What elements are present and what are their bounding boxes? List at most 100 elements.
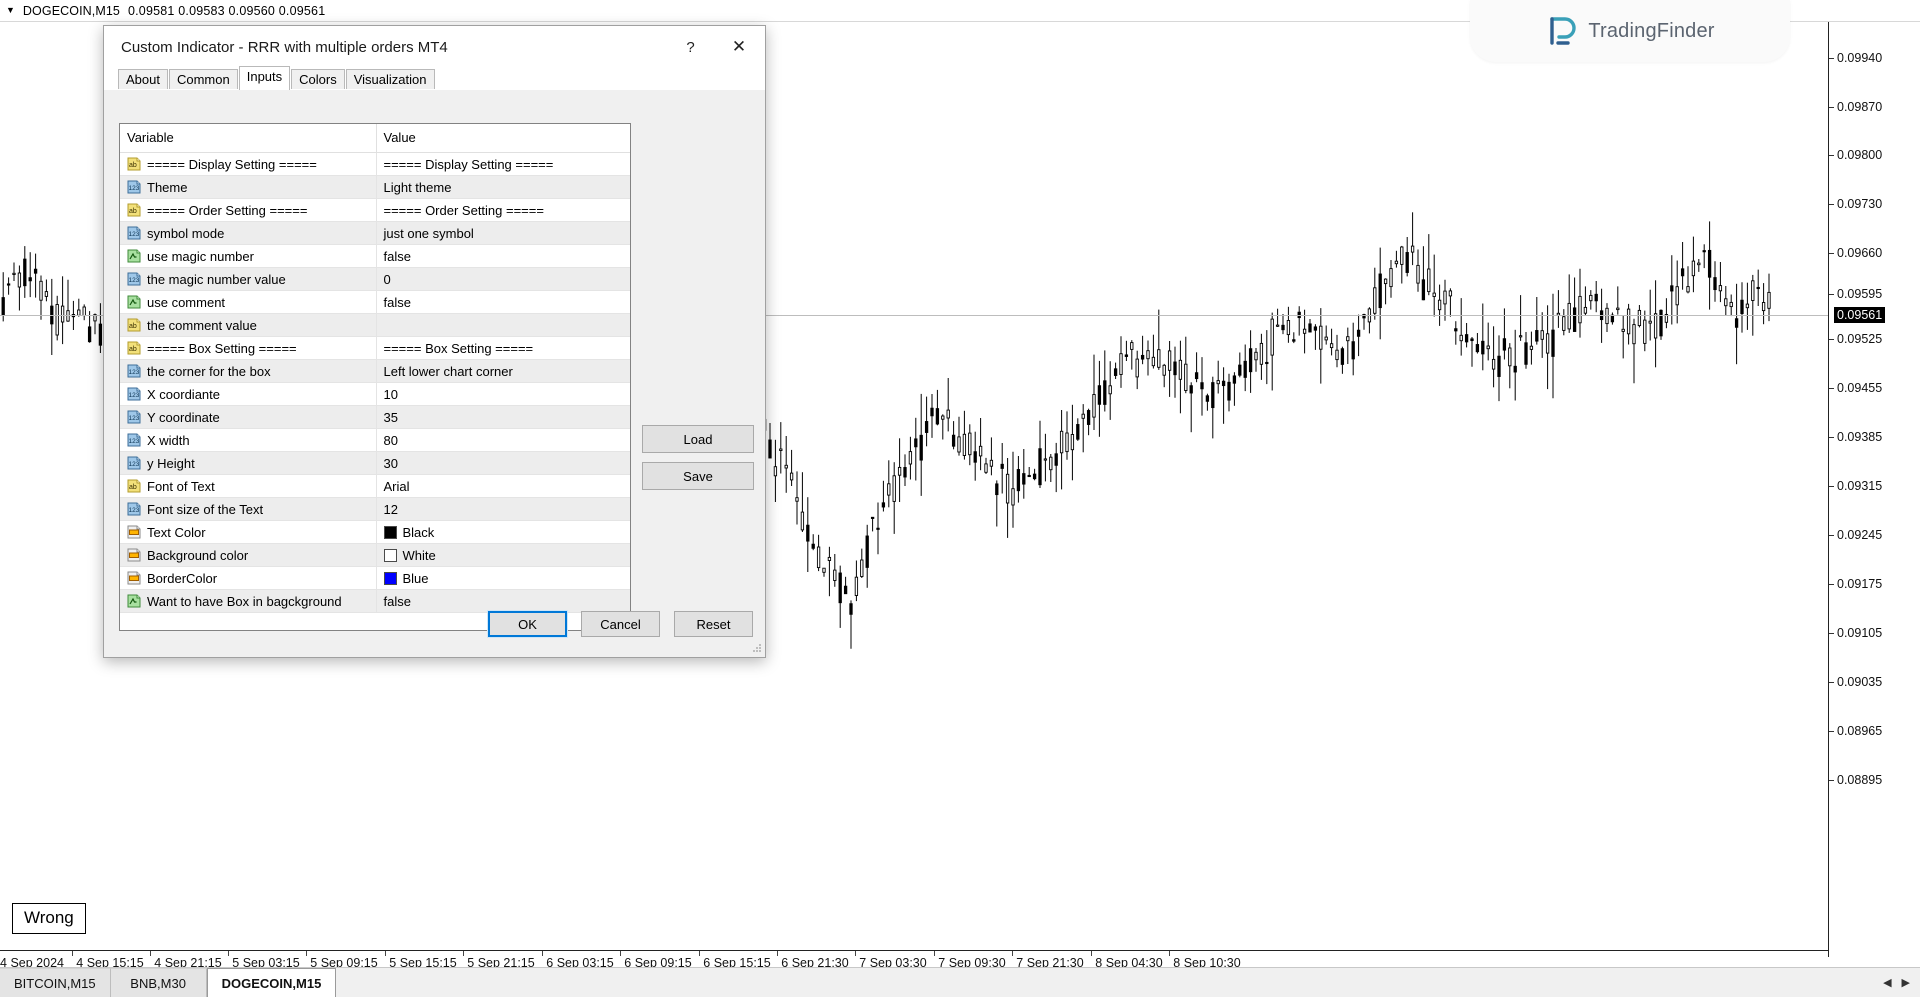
string-icon: ab: [127, 341, 141, 355]
parameter-variable-cell[interactable]: use magic number: [120, 245, 376, 268]
parameter-value-cell[interactable]: Arial: [376, 475, 631, 498]
table-row[interactable]: ab===== Box Setting ========== Box Setti…: [120, 337, 631, 360]
symbol-dropdown-caret-icon[interactable]: ▼: [6, 6, 15, 15]
help-icon[interactable]: ?: [668, 26, 713, 68]
tab-common[interactable]: Common: [169, 69, 238, 91]
table-row[interactable]: 123the magic number value0: [120, 268, 631, 291]
tab-about[interactable]: About: [118, 69, 168, 91]
parameter-variable-cell[interactable]: 123Theme: [120, 176, 376, 199]
table-row[interactable]: use comment false: [120, 291, 631, 314]
parameter-variable-cell[interactable]: 123the magic number value: [120, 268, 376, 291]
svg-text:ab: ab: [129, 162, 137, 169]
table-row[interactable]: 123the corner for the boxLeft lower char…: [120, 360, 631, 383]
parameter-value-cell[interactable]: Blue: [376, 567, 631, 590]
parameter-value-cell[interactable]: White: [376, 544, 631, 567]
parameter-value-cell[interactable]: 12: [376, 498, 631, 521]
chart-tab-bar[interactable]: BITCOIN,M15BNB,M30DOGECOIN,M15 ◀ ▶: [0, 967, 1920, 997]
tab-colors[interactable]: Colors: [291, 69, 345, 91]
number-icon: 123: [127, 456, 141, 470]
reset-button[interactable]: Reset: [674, 611, 753, 637]
tab-scroll-right-icon[interactable]: ▶: [1902, 976, 1910, 989]
parameter-variable-cell[interactable]: 123the corner for the box: [120, 360, 376, 383]
parameter-value-cell[interactable]: Left lower chart corner: [376, 360, 631, 383]
table-row[interactable]: Text ColorBlack: [120, 521, 631, 544]
table-row[interactable]: ab===== Order Setting ========== Order S…: [120, 199, 631, 222]
price-axis-label: 0.09455: [1837, 381, 1882, 395]
chart-tab-bitcoin[interactable]: BITCOIN,M15: [0, 968, 111, 997]
column-header-variable[interactable]: Variable: [120, 124, 376, 153]
price-axis-tick: [1829, 294, 1834, 295]
parameter-variable-cell[interactable]: 123X coordiante: [120, 383, 376, 406]
color-icon: [127, 548, 141, 562]
table-row[interactable]: abFont of TextArial: [120, 475, 631, 498]
table-row[interactable]: 123X coordiante10: [120, 383, 631, 406]
time-axis-tick: [385, 951, 386, 956]
resize-grip-icon[interactable]: [750, 642, 763, 655]
parameter-variable-cell[interactable]: ab===== Box Setting =====: [120, 337, 376, 360]
parameter-variable-cell[interactable]: Background color: [120, 544, 376, 567]
parameter-value-cell[interactable]: 35: [376, 406, 631, 429]
parameter-variable-cell[interactable]: 123 Font size of the Text: [120, 498, 376, 521]
table-row[interactable]: 123y Height30: [120, 452, 631, 475]
table-row[interactable]: 123ThemeLight theme: [120, 176, 631, 199]
table-row[interactable]: BorderColorBlue: [120, 567, 631, 590]
parameter-variable-cell[interactable]: abFont of Text: [120, 475, 376, 498]
price-axis-tick: [1829, 437, 1834, 438]
parameter-variable-cell[interactable]: ab===== Order Setting =====: [120, 199, 376, 222]
time-axis-tick: [620, 951, 621, 956]
table-row[interactable]: use magic numberfalse: [120, 245, 631, 268]
chart-tab-bnb[interactable]: BNB,M30: [111, 968, 207, 997]
dialog-titlebar[interactable]: Custom Indicator - RRR with multiple ord…: [104, 26, 765, 68]
parameter-value-cell[interactable]: ===== Display Setting =====: [376, 153, 631, 176]
parameter-value-cell[interactable]: Black: [376, 521, 631, 544]
ok-button[interactable]: OK: [488, 611, 567, 637]
table-row[interactable]: 123 Font size of the Text 12: [120, 498, 631, 521]
parameter-value-cell[interactable]: ===== Order Setting =====: [376, 199, 631, 222]
price-axis-tick: [1829, 107, 1834, 108]
parameter-value-cell[interactable]: Light theme: [376, 176, 631, 199]
table-row[interactable]: Background colorWhite: [120, 544, 631, 567]
parameter-value-cell[interactable]: [376, 314, 631, 337]
parameter-variable-cell[interactable]: 123y Height: [120, 452, 376, 475]
price-axis-label: 0.08965: [1837, 724, 1882, 738]
tab-inputs[interactable]: Inputs: [239, 66, 290, 90]
load-button[interactable]: Load: [642, 425, 754, 453]
price-axis-label: 0.09660: [1837, 246, 1882, 260]
parameter-value-cell[interactable]: 0: [376, 268, 631, 291]
table-row[interactable]: 123symbol modejust one symbol: [120, 222, 631, 245]
parameter-value-cell[interactable]: false: [376, 245, 631, 268]
wrong-annotation-label[interactable]: Wrong: [12, 903, 86, 934]
table-row[interactable]: 123Y coordinate35: [120, 406, 631, 429]
parameter-value-cell[interactable]: ===== Box Setting =====: [376, 337, 631, 360]
table-row[interactable]: abthe comment value: [120, 314, 631, 337]
parameter-value-cell[interactable]: 80: [376, 429, 631, 452]
dialog-tabs[interactable]: AboutCommonInputsColorsVisualization: [104, 68, 765, 90]
svg-text:123: 123: [129, 507, 140, 514]
parameter-variable-cell[interactable]: 123symbol mode: [120, 222, 376, 245]
parameter-variable-cell[interactable]: abthe comment value: [120, 314, 376, 337]
parameter-value-cell[interactable]: just one symbol: [376, 222, 631, 245]
parameter-variable-label: Font size of the Text: [147, 502, 263, 517]
parameter-value-cell[interactable]: false: [376, 291, 631, 314]
parameter-variable-cell[interactable]: 123X width: [120, 429, 376, 452]
table-row[interactable]: ab===== Display Setting ========== Displ…: [120, 153, 631, 176]
custom-indicator-dialog[interactable]: Custom Indicator - RRR with multiple ord…: [103, 25, 766, 658]
close-icon[interactable]: ✕: [713, 26, 765, 68]
tab-visualization[interactable]: Visualization: [346, 69, 435, 91]
parameter-variable-cell[interactable]: 123Y coordinate: [120, 406, 376, 429]
parameter-variable-cell[interactable]: Text Color: [120, 521, 376, 544]
cancel-button[interactable]: Cancel: [581, 611, 660, 637]
chart-tab-dogecoin[interactable]: DOGECOIN,M15: [207, 968, 337, 997]
parameter-variable-cell[interactable]: ab===== Display Setting =====: [120, 153, 376, 176]
parameters-panel[interactable]: Variable Value ab===== Display Setting =…: [119, 123, 631, 631]
parameter-value-cell[interactable]: 10: [376, 383, 631, 406]
parameter-value-label: false: [384, 295, 411, 310]
parameter-value-cell[interactable]: 30: [376, 452, 631, 475]
price-axis[interactable]: 0.099400.098700.098000.097300.096600.095…: [1828, 22, 1920, 957]
table-row[interactable]: 123X width80: [120, 429, 631, 452]
column-header-value[interactable]: Value: [376, 124, 631, 153]
save-button[interactable]: Save: [642, 462, 754, 490]
parameter-variable-cell[interactable]: BorderColor: [120, 567, 376, 590]
tab-scroll-left-icon[interactable]: ◀: [1883, 976, 1891, 989]
parameter-variable-cell[interactable]: use comment: [120, 291, 376, 314]
